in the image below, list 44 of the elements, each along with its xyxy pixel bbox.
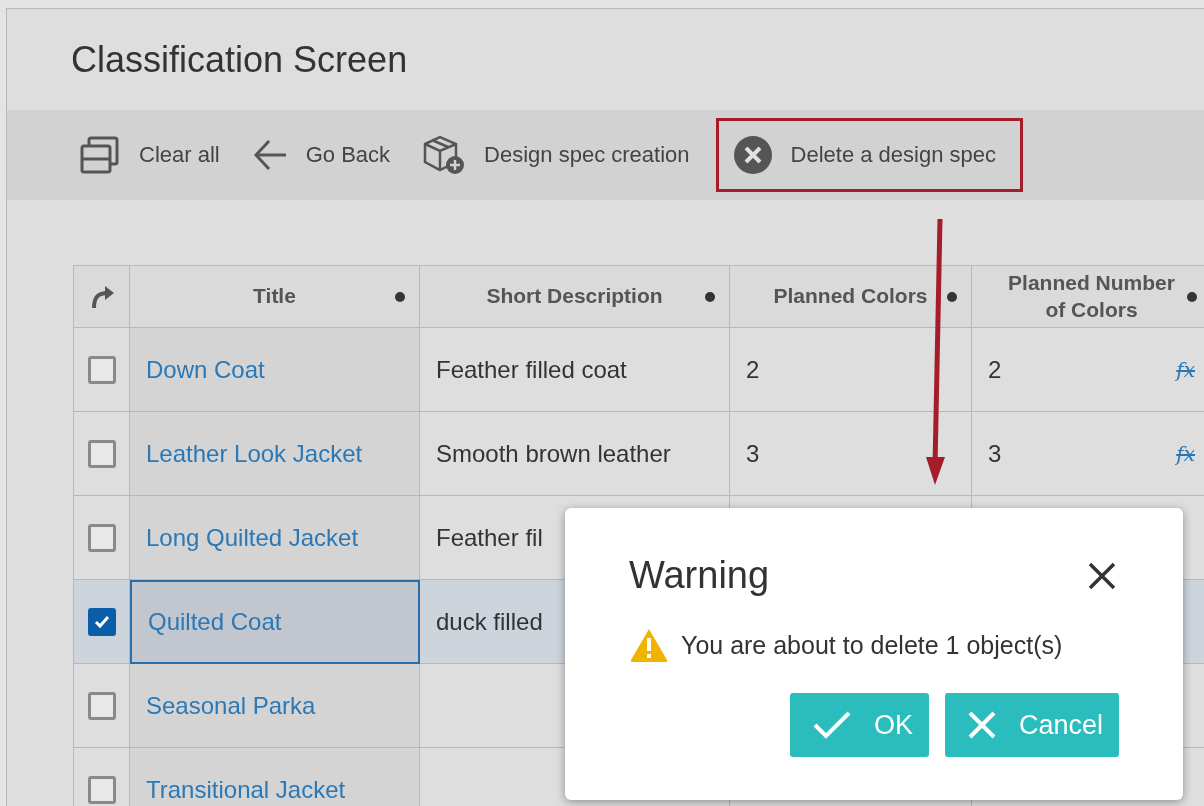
toolbar-button[interactable]: Delete a design spec: [726, 131, 1002, 179]
close-icon: [966, 710, 997, 740]
row-checkbox[interactable]: [87, 355, 116, 384]
title-link[interactable]: Quilted Coat: [148, 608, 282, 636]
title-link[interactable]: Leather Look Jacket: [146, 439, 363, 468]
title-link[interactable]: Transitional Jacket: [146, 775, 346, 804]
table-row[interactable]: Down Coat Feather filled coat 2 2 fx: [74, 328, 1204, 412]
table-row[interactable]: Leather Look Jacket Smooth brown leather 3 3 fx: [74, 412, 1204, 496]
toolbar-button[interactable]: Go Back: [245, 134, 397, 176]
warning-icon: [629, 627, 669, 663]
title-link[interactable]: Down Coat: [146, 355, 265, 384]
table-cell: 2: [730, 328, 972, 412]
header-label: Planned Colors: [773, 283, 928, 310]
row-checkbox[interactable]: [87, 607, 116, 636]
row-checkbox[interactable]: [87, 523, 116, 552]
table-cell: 2 fx: [972, 328, 1204, 412]
table-cell: 3 fx: [972, 412, 1204, 496]
column-header[interactable]: Short Description: [420, 266, 730, 328]
column-header[interactable]: Title: [130, 266, 420, 328]
title-link[interactable]: Long Quilted Jacket: [146, 523, 359, 552]
table-cell: Feather filled coat: [420, 328, 730, 412]
formula-icon[interactable]: fx: [1176, 441, 1195, 466]
column-menu-icon[interactable]: [947, 291, 957, 302]
column-header[interactable]: Planned Number of Colors: [972, 266, 1204, 328]
close-circle-icon: [732, 135, 773, 175]
page-title: Classification Screen: [71, 38, 408, 81]
column-menu-icon[interactable]: [705, 291, 715, 302]
formula-icon[interactable]: fx: [1176, 357, 1195, 382]
box-plus-icon: [422, 134, 467, 176]
toolbar-button[interactable]: Design spec creation: [416, 130, 696, 180]
toolbar-button[interactable]: Clear all: [73, 131, 226, 179]
row-checkbox[interactable]: [87, 439, 116, 468]
column-menu-icon[interactable]: [1187, 291, 1197, 302]
windows-icon: [79, 135, 121, 175]
table-cell: Smooth brown leather: [420, 412, 730, 496]
header-label: Short Description: [486, 283, 663, 310]
header-label: Planned Number of Colors: [1007, 270, 1176, 323]
column-header[interactable]: Planned Colors: [730, 266, 972, 328]
title-link[interactable]: Seasonal Parka: [146, 691, 316, 720]
row-checkbox[interactable]: [87, 691, 116, 720]
header-label: Title: [253, 283, 296, 310]
row-checkbox[interactable]: [87, 775, 116, 804]
checkmark-icon: [811, 710, 852, 740]
column-menu-icon[interactable]: [395, 291, 405, 302]
